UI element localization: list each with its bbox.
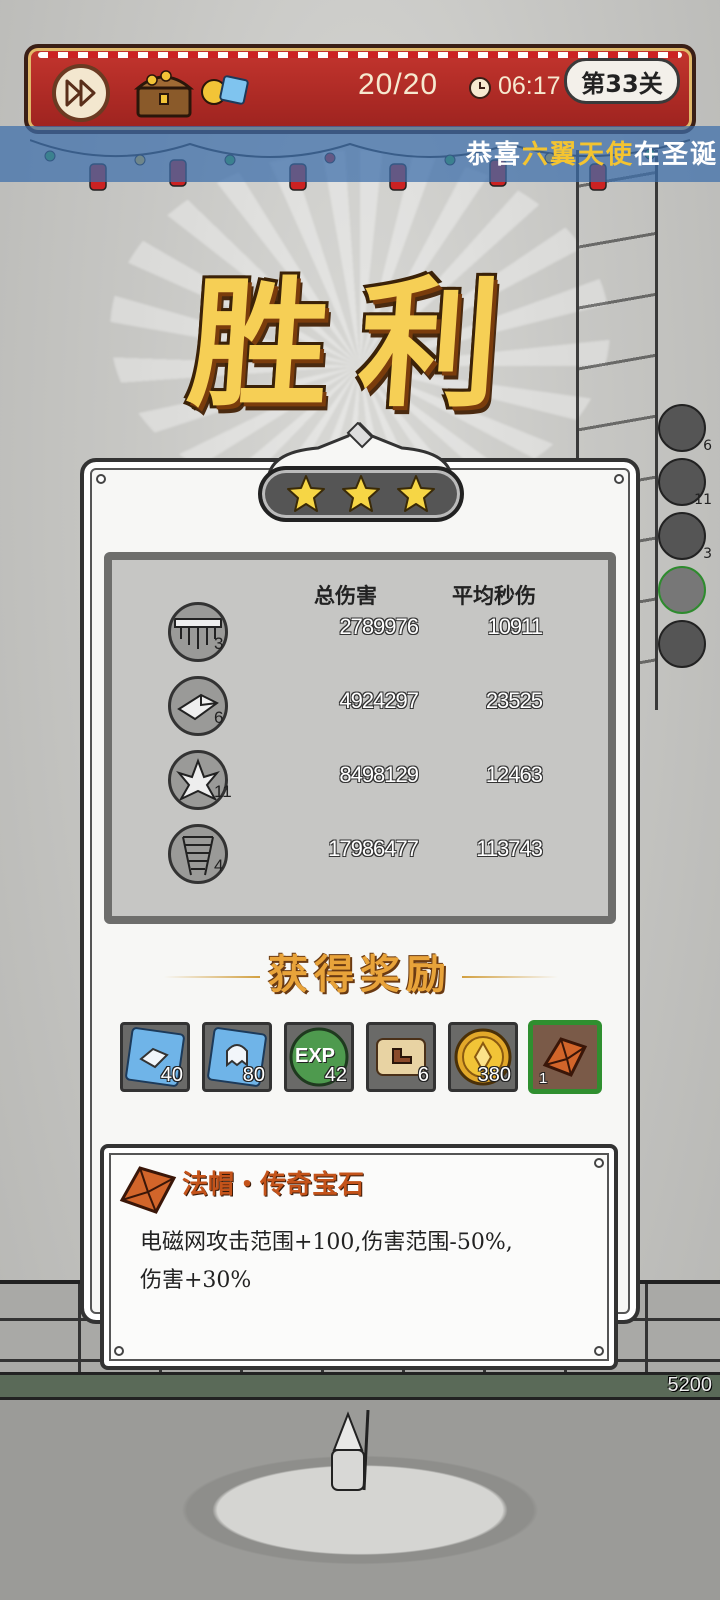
skill-level: 3 [703,546,712,562]
reward-exp[interactable]: EXP 42 [284,1022,354,1092]
rewards-title: 获得奖励 [268,951,452,998]
skill-slot-tornado[interactable] [658,566,706,614]
total-damage-value: 4924297 [339,688,419,713]
reward-count: 80 [242,1064,265,1086]
total-damage-value: 17986477 [328,836,419,861]
reward-count: 380 [477,1064,511,1086]
reward-divider-right [462,976,558,978]
top-hud: 20/20 06:17 第33关 [24,44,696,134]
stat-row: 4 17986477 113743 [112,820,608,886]
reward-legend-gem[interactable]: 1 [530,1022,600,1092]
wave-counter: 20/20 [358,68,439,101]
panel-rivet [114,1346,124,1356]
gem-coin-icon [201,75,249,105]
item-description: 电磁网攻击范围+100,伤害范围-50%, 伤害+30% [140,1224,580,1300]
announcement-text: 恭喜六翼天使在圣诞 [466,134,718,171]
damage-stats-table: 总伤害 平均秒伤 3 2789976 10911 6 4924297 23525… [104,552,616,924]
announcement-prefix: 恭喜 [466,140,523,170]
skill-level: 4 [214,856,224,875]
average-dps-value: 113743 [476,836,543,861]
average-dps-value: 23525 [485,688,543,713]
legend-gem-icon [119,1166,177,1214]
stat-row: 6 4924297 23525 [112,672,608,738]
panel-rivet [594,1346,604,1356]
star-icon [286,475,325,512]
base-hp-text: 5200 [667,1374,713,1396]
skill-slot-ice[interactable]: 11 [658,458,712,508]
reward-count: 1 [539,1070,548,1087]
victory-title: 胜利 [183,263,535,427]
stat-row: 3 2789976 10911 [112,598,608,664]
skill-level: 6 [703,438,712,454]
item-title: 法帽・传奇宝石 [182,1170,365,1200]
announcement-banner: 恭喜六翼天使在圣诞 [0,126,720,182]
reward-ice-gem[interactable]: 40 [120,1022,190,1092]
reward-count: 40 [160,1064,183,1086]
stat-row: 11 8498129 12463 [112,746,608,812]
star-icon [397,475,436,512]
reward-ghost-gem[interactable]: 80 [202,1022,272,1092]
reward-boot-scroll[interactable]: 6 [366,1022,436,1092]
skill-level: 3 [214,634,224,653]
fast-forward-button[interactable] [52,64,110,122]
reward-count: 6 [417,1064,429,1086]
skill-column: 6 11 3 [658,404,712,674]
skill-slot-spike[interactable]: 3 [658,512,712,562]
wizard-icon [331,1410,370,1491]
reward-gold-coin[interactable]: 380 [448,1022,518,1092]
announcement-player: 六翼天使 [522,140,635,170]
average-dps-value: 10911 [487,614,543,639]
skill-level: 6 [214,708,224,727]
skill-level: 11 [694,492,712,508]
treasure-chest-icon[interactable] [132,66,196,120]
star-rating [258,466,464,522]
clock-icon [469,77,491,99]
total-damage-value: 2789976 [339,614,419,639]
panel-rivet [614,474,624,484]
skill-level: 11 [214,782,232,801]
reward-count: 42 [324,1064,347,1086]
star-icon [341,475,380,512]
skill-slot-empty[interactable] [658,620,706,668]
base-hp-bar [0,1372,720,1400]
announcement-suffix: 在圣诞 [634,140,719,170]
level-indicator[interactable]: 第33关 [564,58,680,104]
panel-rivet [96,474,106,484]
fast-forward-icon [65,79,96,107]
rewards-row: 40 80 EXP 42 6 380 1 [120,1022,612,1094]
average-dps-value: 12463 [485,762,543,787]
elapsed-time: 06:17 [498,72,561,100]
total-damage-value: 8498129 [339,762,419,787]
panel-rivet [594,1158,604,1168]
item-description-line: 伤害+30% [140,1268,252,1293]
item-detail-panel: 法帽・传奇宝石 电磁网攻击范围+100,伤害范围-50%, 伤害+30% [100,1144,618,1370]
item-description-line: 电磁网攻击范围+100,伤害范围-50%, [140,1230,513,1255]
